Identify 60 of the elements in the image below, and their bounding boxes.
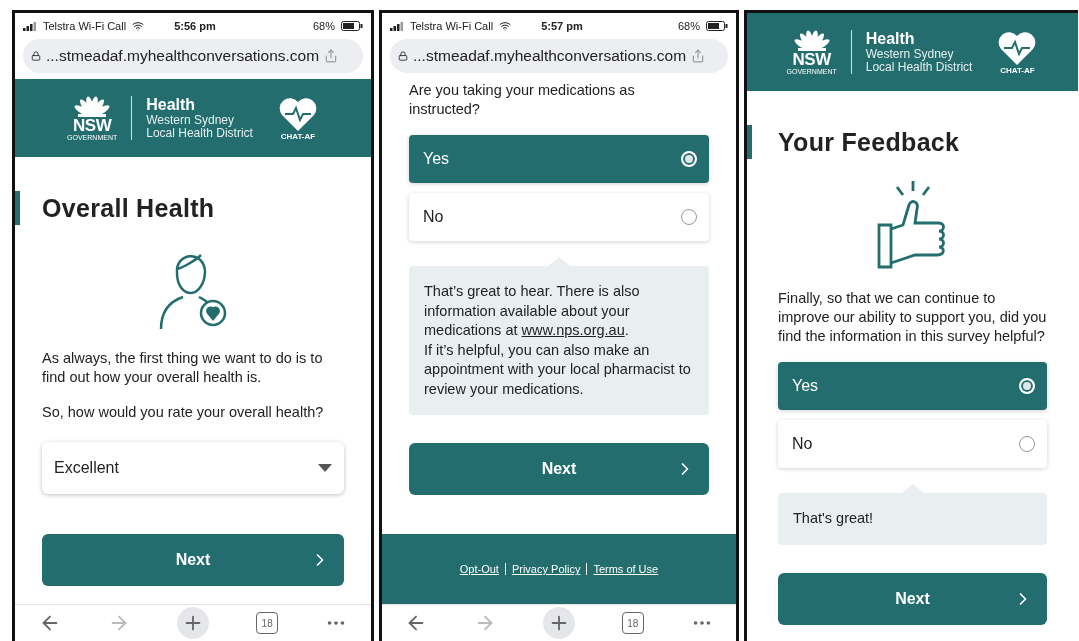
answer-option[interactable]: No bbox=[778, 420, 1047, 468]
footer-link[interactable]: Opt-Out bbox=[459, 563, 499, 575]
share-icon bbox=[691, 49, 706, 63]
next-button[interactable]: Next bbox=[42, 534, 344, 586]
wifi-icon bbox=[132, 20, 145, 32]
new-tab-button[interactable] bbox=[543, 607, 575, 639]
footer-link[interactable]: Privacy Policy bbox=[511, 563, 581, 575]
reply-text: If it’s helpful, you can also make an appointment with your local pharmacist to review your medications. bbox=[424, 340, 692, 399]
heading-accent-bar bbox=[747, 125, 752, 159]
carrier-text: Telstra Wi-Fi Call bbox=[410, 20, 494, 32]
new-tab-button[interactable] bbox=[176, 607, 209, 639]
logo-text: CHAT-AF bbox=[280, 131, 316, 141]
address-bar[interactable]: ...stmeadaf.myhealthconversations.com bbox=[23, 39, 363, 73]
wifi-icon bbox=[499, 20, 512, 32]
radio-icon bbox=[1019, 436, 1035, 452]
district-text: Western Sydney bbox=[865, 48, 955, 61]
battery-icon bbox=[341, 21, 363, 31]
page-heading: Your Feedback bbox=[778, 127, 960, 158]
health-title: Health bbox=[865, 30, 916, 48]
answer-option[interactable]: Yes bbox=[409, 135, 709, 183]
answer-option[interactable]: Yes bbox=[778, 362, 1047, 410]
carrier-text: Telstra Wi-Fi Call bbox=[43, 20, 127, 32]
battery-text: 68% bbox=[677, 20, 700, 32]
reply-text: That's great! bbox=[793, 509, 875, 528]
radio-icon bbox=[1019, 378, 1035, 394]
reply-text: That’s great to hear. There is also information available about your medications at www.nps.org.au. bbox=[424, 282, 641, 340]
address-bar[interactable]: ...stmeadaf.myhealthconversations.com bbox=[390, 39, 728, 73]
question-text: Finally, so that we can continue to improve our ability to support you, did you find the information in this survey helpful? bbox=[778, 289, 1047, 346]
footer-link[interactable]: Terms of Use bbox=[593, 563, 659, 575]
district-text: Western Sydney bbox=[146, 114, 236, 127]
radio-icon bbox=[681, 209, 697, 225]
district-text: Local Health District bbox=[146, 127, 253, 140]
tabs-button[interactable]: 18 bbox=[621, 612, 644, 634]
question-text: Are you taking your medications as instructed? bbox=[409, 81, 636, 119]
clock-text: 5:56 pm bbox=[174, 20, 216, 32]
clock-text: 5:57 pm bbox=[541, 20, 583, 32]
rating-select[interactable]: Excellent bbox=[42, 442, 344, 494]
health-title: Health bbox=[146, 96, 197, 114]
page-heading: Overall Health bbox=[42, 193, 215, 224]
signal-icon bbox=[390, 21, 404, 31]
lock-icon bbox=[398, 51, 408, 61]
dropdown-caret-icon bbox=[318, 464, 332, 472]
radio-icon bbox=[681, 151, 697, 167]
battery-icon bbox=[706, 21, 728, 31]
logo-text: CHAT-AF bbox=[1000, 65, 1035, 75]
signal-icon bbox=[23, 21, 37, 31]
answer-option[interactable]: No bbox=[409, 193, 709, 241]
website-link[interactable]: www.nps.org.au bbox=[521, 322, 625, 338]
tabs-button[interactable]: 18 bbox=[256, 612, 279, 634]
next-button[interactable]: Next bbox=[409, 443, 709, 495]
heading-accent-bar bbox=[15, 191, 20, 225]
share-icon bbox=[324, 49, 339, 63]
logo-text: NSW bbox=[792, 52, 831, 68]
lock-icon bbox=[31, 51, 41, 61]
question-text: As always, the first thing we want to do is to find out how your overall health is. bbox=[42, 349, 324, 387]
question-text: So, how would you rate your overall health? bbox=[42, 403, 325, 422]
district-text: Local Health District bbox=[865, 61, 973, 74]
battery-text: 68% bbox=[312, 20, 335, 32]
logo-text: NSW bbox=[73, 118, 112, 134]
next-button[interactable]: Next bbox=[778, 572, 1047, 625]
